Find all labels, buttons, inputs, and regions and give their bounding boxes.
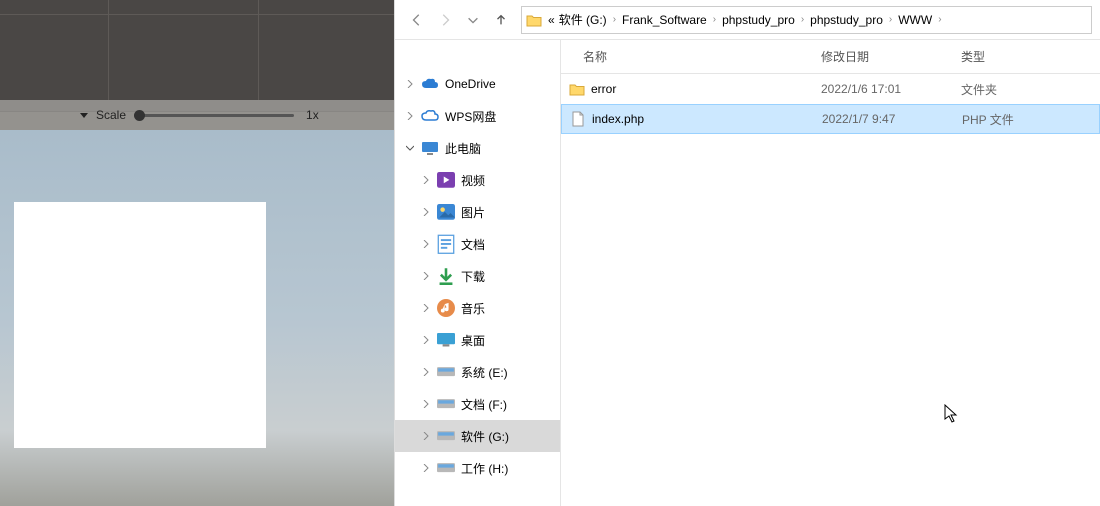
folder-icon bbox=[526, 13, 542, 27]
tree-item-drive-g[interactable]: 软件 (G:) bbox=[395, 420, 560, 452]
tree-item-music[interactable]: 音乐 bbox=[395, 292, 560, 324]
nav-back-button[interactable] bbox=[403, 6, 431, 34]
scale-slider[interactable] bbox=[134, 114, 294, 117]
scale-bar: Scale 1x bbox=[0, 100, 394, 130]
chevron-right-icon[interactable] bbox=[421, 271, 431, 281]
drive-icon bbox=[437, 427, 455, 445]
tree-item-drive-e[interactable]: 系统 (E:) bbox=[395, 356, 560, 388]
file-type: 文件夹 bbox=[961, 81, 1061, 98]
downloads-icon bbox=[437, 267, 455, 285]
cloud-icon bbox=[421, 107, 439, 125]
desktop-icon bbox=[437, 331, 455, 349]
scale-label: Scale bbox=[96, 108, 126, 122]
game-view-content bbox=[14, 202, 266, 448]
chevron-right-icon[interactable] bbox=[421, 175, 431, 185]
file-explorer: « 软件 (G:) › Frank_Software › phpstudy_pr… bbox=[394, 0, 1100, 506]
breadcrumb-item[interactable]: WWW bbox=[896, 13, 934, 27]
column-type[interactable]: 类型 bbox=[961, 48, 1061, 65]
tree-item-documents[interactable]: 文档 bbox=[395, 228, 560, 260]
chevron-right-icon[interactable] bbox=[421, 239, 431, 249]
nav-bar: « 软件 (G:) › Frank_Software › phpstudy_pr… bbox=[395, 0, 1100, 40]
chevron-right-icon[interactable] bbox=[405, 79, 415, 89]
cloud-icon bbox=[421, 75, 439, 93]
tree-item-drive-f[interactable]: 文档 (F:) bbox=[395, 388, 560, 420]
chevron-right-icon[interactable] bbox=[421, 431, 431, 441]
file-date: 2022/1/7 9:47 bbox=[822, 112, 962, 126]
tree-item-drive-h[interactable]: 工作 (H:) bbox=[395, 452, 560, 484]
tree-item-desktop[interactable]: 桌面 bbox=[395, 324, 560, 356]
tree-item-onedrive[interactable]: OneDrive bbox=[395, 68, 560, 100]
breadcrumb[interactable]: « 软件 (G:) › Frank_Software › phpstudy_pr… bbox=[521, 6, 1092, 34]
tree-label: 视频 bbox=[461, 172, 485, 189]
unity-editor-panel: Scale 1x bbox=[0, 0, 394, 506]
column-name[interactable]: 名称 bbox=[561, 48, 821, 65]
file-name: error bbox=[591, 82, 616, 96]
tree-label: OneDrive bbox=[445, 77, 496, 91]
tree-label: 图片 bbox=[461, 204, 485, 221]
breadcrumb-prefix: « bbox=[546, 13, 557, 27]
nav-tree[interactable]: OneDrive WPS网盘 此电脑 视频 图片 bbox=[395, 40, 561, 506]
scale-value: 1x bbox=[306, 108, 319, 122]
file-name: index.php bbox=[592, 112, 644, 126]
nav-forward-button[interactable] bbox=[431, 6, 459, 34]
folder-icon bbox=[569, 81, 585, 97]
chevron-right-icon[interactable] bbox=[421, 207, 431, 217]
tree-label: WPS网盘 bbox=[445, 108, 496, 125]
tree-label: 文档 (F:) bbox=[461, 396, 507, 413]
slider-thumb[interactable] bbox=[134, 110, 145, 121]
dropdown-icon[interactable] bbox=[80, 113, 88, 118]
breadcrumb-item[interactable]: 软件 (G:) bbox=[557, 11, 609, 28]
tree-label: 桌面 bbox=[461, 332, 485, 349]
column-date[interactable]: 修改日期 bbox=[821, 48, 961, 65]
chevron-right-icon[interactable] bbox=[421, 303, 431, 313]
tree-label: 软件 (G:) bbox=[461, 428, 509, 445]
drive-icon bbox=[437, 459, 455, 477]
music-icon bbox=[437, 299, 455, 317]
chevron-right-icon[interactable] bbox=[421, 399, 431, 409]
nav-recent-button[interactable] bbox=[459, 6, 487, 34]
tree-label: 此电脑 bbox=[445, 140, 481, 157]
chevron-right-icon[interactable] bbox=[421, 367, 431, 377]
file-type: PHP 文件 bbox=[962, 111, 1062, 128]
breadcrumb-item[interactable]: phpstudy_pro bbox=[808, 13, 885, 27]
nav-up-button[interactable] bbox=[487, 6, 515, 34]
chevron-right-icon[interactable] bbox=[421, 335, 431, 345]
chevron-right-icon: › bbox=[713, 14, 716, 25]
tree-item-pictures[interactable]: 图片 bbox=[395, 196, 560, 228]
pc-icon bbox=[421, 139, 439, 157]
unity-toolbar-area bbox=[0, 0, 394, 112]
drive-icon bbox=[437, 363, 455, 381]
documents-icon bbox=[437, 235, 455, 253]
breadcrumb-item[interactable]: Frank_Software bbox=[620, 13, 709, 27]
tree-item-wps[interactable]: WPS网盘 bbox=[395, 100, 560, 132]
chevron-right-icon[interactable] bbox=[405, 111, 415, 121]
tree-label: 文档 bbox=[461, 236, 485, 253]
pictures-icon bbox=[437, 203, 455, 221]
game-view bbox=[0, 130, 394, 506]
chevron-right-icon: › bbox=[938, 14, 941, 25]
video-icon bbox=[437, 171, 455, 189]
drive-icon bbox=[437, 395, 455, 413]
file-icon bbox=[570, 111, 586, 127]
tree-label: 音乐 bbox=[461, 300, 485, 317]
tree-item-thispc[interactable]: 此电脑 bbox=[395, 132, 560, 164]
chevron-right-icon[interactable] bbox=[421, 463, 431, 473]
tree-item-downloads[interactable]: 下载 bbox=[395, 260, 560, 292]
file-row[interactable]: index.php 2022/1/7 9:47 PHP 文件 bbox=[561, 104, 1100, 134]
tree-label: 系统 (E:) bbox=[461, 364, 508, 381]
breadcrumb-item[interactable]: phpstudy_pro bbox=[720, 13, 797, 27]
file-list[interactable]: 名称 修改日期 类型 error 2022/1/6 17:01 文件夹 inde… bbox=[561, 40, 1100, 506]
tree-label: 下载 bbox=[461, 268, 485, 285]
file-list-header[interactable]: 名称 修改日期 类型 bbox=[561, 40, 1100, 74]
chevron-right-icon: › bbox=[801, 14, 804, 25]
chevron-right-icon: › bbox=[889, 14, 892, 25]
file-date: 2022/1/6 17:01 bbox=[821, 82, 961, 96]
chevron-right-icon: › bbox=[613, 14, 616, 25]
tree-label: 工作 (H:) bbox=[461, 460, 508, 477]
file-row[interactable]: error 2022/1/6 17:01 文件夹 bbox=[561, 74, 1100, 104]
chevron-down-icon[interactable] bbox=[405, 143, 415, 153]
tree-item-videos[interactable]: 视频 bbox=[395, 164, 560, 196]
